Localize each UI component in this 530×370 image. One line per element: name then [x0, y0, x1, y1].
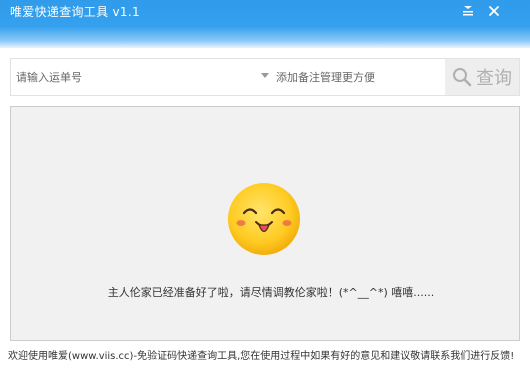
status-message: 主人伦家已经准备好了啦，请尽情调教伦家啦！(*^__^*) 嘻嘻...... — [107, 286, 435, 299]
tracking-number-input[interactable] — [11, 59, 264, 95]
result-panel: 主人伦家已经准备好了啦，请尽情调教伦家啦！(*^__^*) 嘻嘻...... — [10, 106, 520, 341]
app-window: 唯爱快递查询工具 v1.1 查询 — [0, 0, 530, 370]
menu-icon — [463, 6, 473, 16]
menu-button[interactable] — [457, 2, 479, 20]
smiley-face-icon — [228, 183, 300, 255]
query-button[interactable]: 查询 — [445, 59, 519, 95]
note-input[interactable] — [273, 59, 444, 95]
close-icon — [489, 6, 499, 16]
title-bar[interactable]: 唯爱快递查询工具 v1.1 — [0, 0, 530, 48]
footer-message: 欢迎使用唯爱(www.viis.cc)-免验证码快递查询工具,您在使用过程中如果… — [8, 351, 515, 362]
close-button[interactable] — [483, 2, 505, 20]
query-button-label: 查询 — [476, 68, 512, 89]
dropdown-arrow-icon[interactable] — [261, 73, 269, 78]
search-icon — [453, 68, 472, 87]
window-title: 唯爱快递查询工具 v1.1 — [10, 5, 140, 19]
search-bar: 查询 — [10, 58, 520, 96]
